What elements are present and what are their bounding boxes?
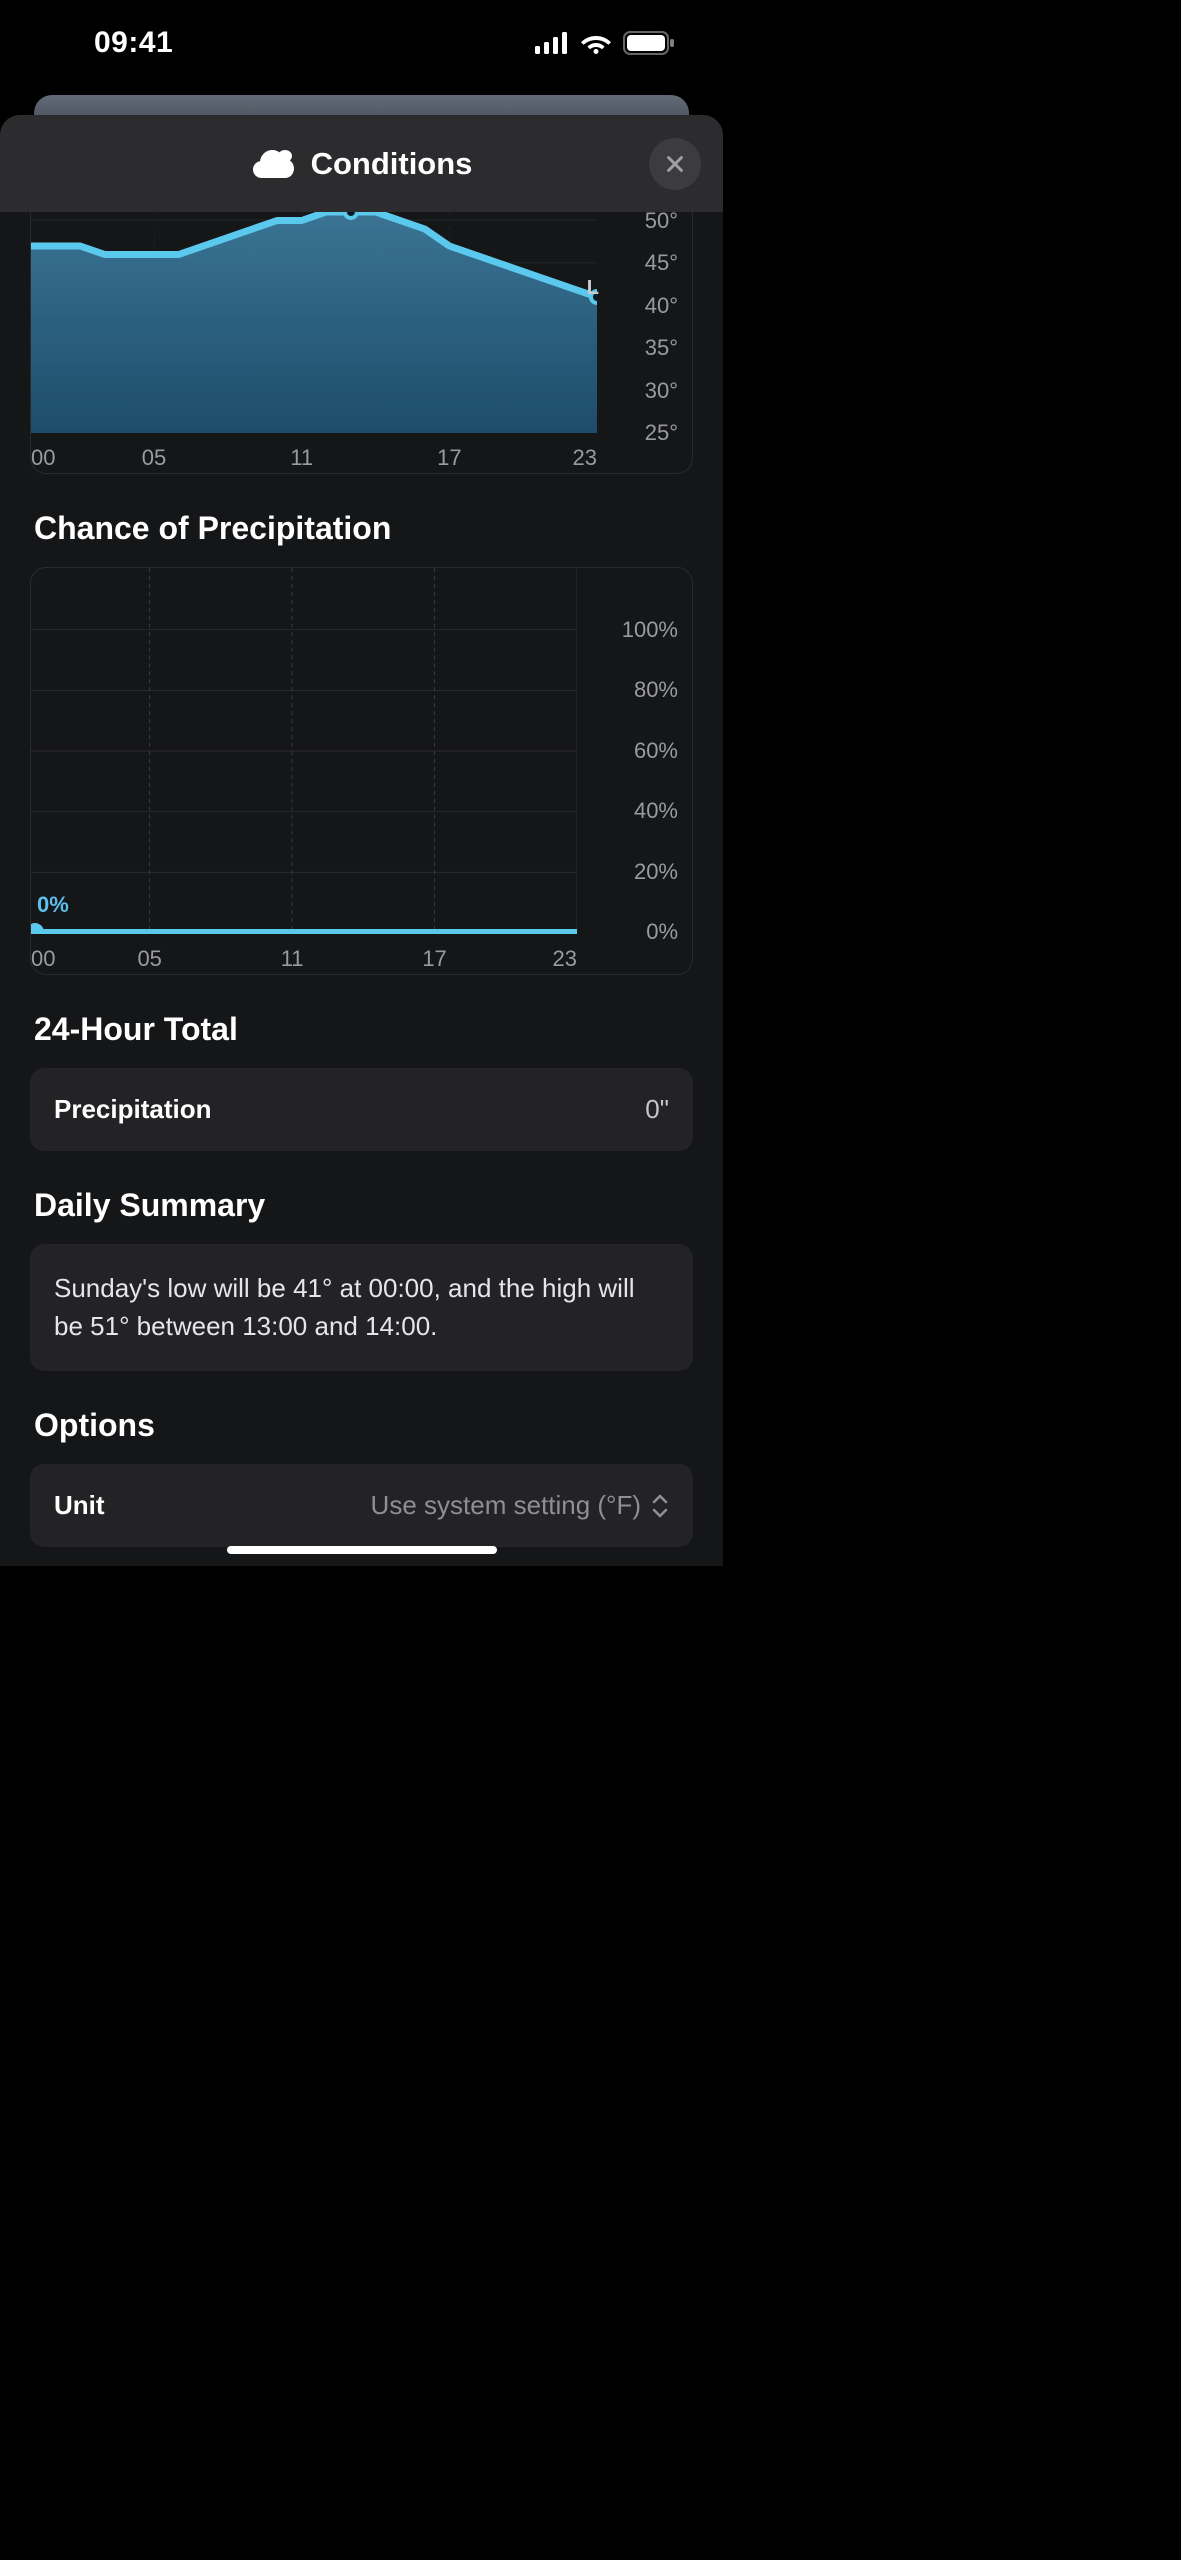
precip-y-tick: 40%: [634, 798, 678, 824]
precip-total-value: 0": [645, 1094, 669, 1125]
precip-y-tick: 100%: [622, 617, 678, 643]
options-title: Options: [34, 1407, 689, 1444]
precip-y-tick: 0%: [646, 919, 678, 945]
precip-current-label: 0%: [37, 892, 69, 918]
close-button[interactable]: [649, 138, 701, 190]
precip-x-tick: 05: [137, 946, 161, 972]
daily-summary-text: Sunday's low will be 41° at 00:00, and t…: [30, 1244, 693, 1371]
panel-header: Conditions: [0, 115, 723, 212]
temp-y-tick: 45°: [645, 250, 678, 276]
precip-x-tick: 00: [31, 946, 55, 972]
precip-y-tick: 60%: [634, 738, 678, 764]
temperature-chart[interactable]: L 25°30°35°40°45°50° 0005111723: [30, 212, 693, 474]
panel-title: Conditions: [311, 146, 473, 182]
temp-x-tick: 05: [142, 445, 166, 471]
chevron-up-down-icon: [651, 1493, 669, 1519]
precip-x-tick: 17: [422, 946, 446, 972]
precip-x-tick: 11: [281, 946, 304, 972]
temp-y-tick: 50°: [645, 212, 678, 234]
temp-y-tick: 40°: [645, 293, 678, 319]
precip-x-tick: 23: [553, 946, 577, 972]
temp-y-tick: 35°: [645, 335, 678, 361]
precip-total-label: Precipitation: [54, 1094, 211, 1125]
unit-label: Unit: [54, 1490, 105, 1521]
precip-title: Chance of Precipitation: [34, 510, 689, 547]
unit-value: Use system setting (°F): [371, 1490, 641, 1521]
temp-x-tick: 23: [573, 445, 597, 471]
wifi-icon: [580, 32, 612, 54]
precip-chart[interactable]: 0% 0% 20% 40% 60% 80% 100% 00 05 11 17 23: [30, 567, 693, 975]
total-title: 24-Hour Total: [34, 1011, 689, 1048]
unit-row[interactable]: Unit Use system setting (°F): [30, 1464, 693, 1547]
temp-y-tick: 30°: [645, 378, 678, 404]
temp-x-tick: 00: [31, 445, 55, 471]
status-time: 09:41: [94, 26, 173, 60]
home-indicator[interactable]: [227, 1546, 497, 1554]
battery-icon: [623, 31, 675, 55]
conditions-panel: Conditions: [0, 115, 723, 1566]
summary-title: Daily Summary: [34, 1187, 689, 1224]
status-icons: [535, 31, 675, 55]
cloud-icon: [251, 148, 295, 180]
temp-x-tick: 17: [437, 445, 461, 471]
cellular-icon: [535, 32, 569, 54]
precip-y-tick: 20%: [634, 859, 678, 885]
temp-x-tick: 11: [290, 445, 313, 471]
precip-y-tick: 80%: [634, 677, 678, 703]
precip-total-row: Precipitation 0": [30, 1068, 693, 1151]
temp-y-tick: 25°: [645, 420, 678, 446]
close-icon: [664, 153, 686, 175]
status-bar: 09:41: [0, 0, 723, 95]
